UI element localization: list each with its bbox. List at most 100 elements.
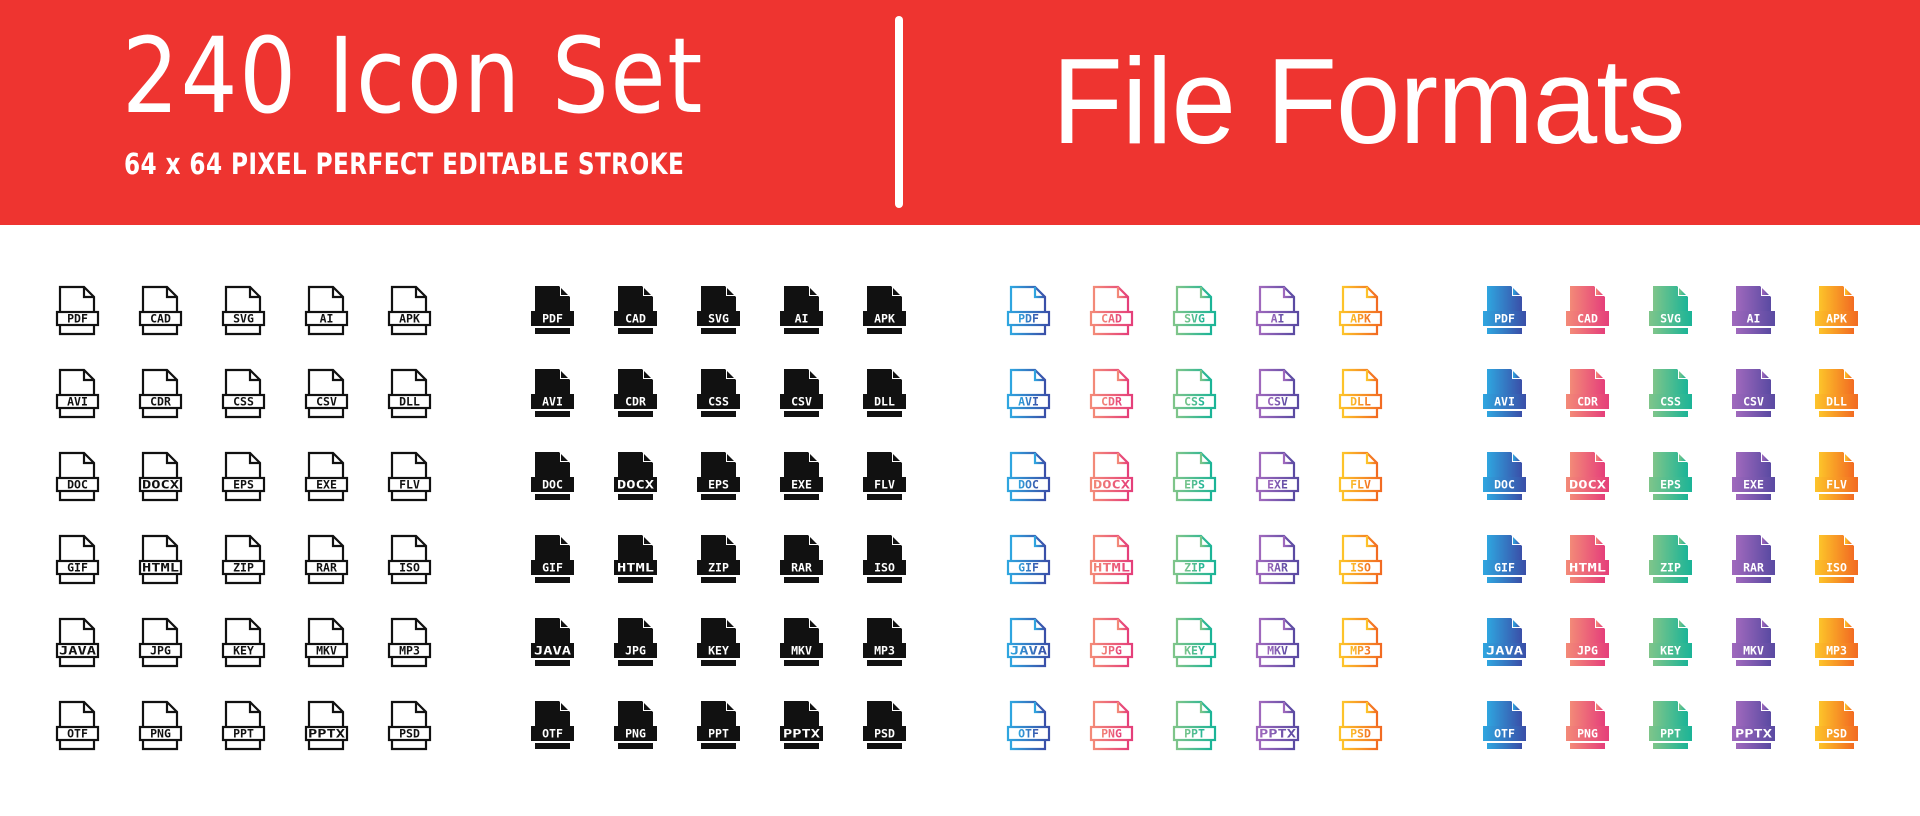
file-format-label: JAVA [1010,644,1047,658]
file-icon-dll: DLL [1338,368,1403,432]
page-bottom [307,326,345,336]
file-format-label: SVG [1184,312,1205,326]
page-body [1570,452,1605,477]
page-body [1487,369,1522,394]
page-body [1175,700,1213,726]
banner-heading: File Formats [1052,33,1686,169]
file-document-icon: OTF [1006,700,1051,751]
page-bottom [1092,575,1130,585]
file-icon-svg: SVG [1649,285,1713,349]
file-icon-pptx: PPTX [1255,700,1320,764]
page-bottom [535,577,570,583]
page-bottom [701,577,736,583]
file-document-icon: PDF [55,285,100,336]
page-body [58,451,96,477]
file-document-icon: EPS [1649,452,1692,500]
page-bottom [618,494,653,500]
file-document-icon: CDR [138,368,183,419]
file-format-label: MKV [316,644,337,658]
file-format-label: JAVA [59,644,96,658]
page-bottom [1736,411,1771,417]
file-format-label: DOCX [1093,478,1130,492]
file-document-icon: PSD [1815,701,1858,749]
file-format-label: PPT [1660,727,1681,741]
file-document-icon: SVG [697,286,740,334]
page-bottom [867,577,902,583]
file-icon-exe: EXE [1255,451,1320,515]
file-format-label: APK [874,312,895,326]
icon-set-glyph: PDF CAD SVG AI APK AVI CDR CSS CSV DLL DOC DOCX EPS E… [531,285,951,765]
file-document-icon: PPT [221,700,266,751]
file-format-label: DOCX [1569,478,1606,492]
file-format-label: CSS [708,395,729,409]
file-format-label: EPS [1184,478,1205,492]
file-icon-mkv: MKV [780,617,844,681]
file-icon-mkv: MKV [1732,617,1796,681]
file-icon-avi: AVI [55,368,120,432]
file-format-label: PPTX [308,727,345,741]
file-format-label: APK [1826,312,1847,326]
page-bottom [1009,658,1047,668]
file-document-icon: GIF [1483,535,1526,583]
page-body [1092,451,1130,477]
page-body [1819,701,1854,726]
file-document-icon: OTF [531,701,574,749]
file-icon-flv: FLV [1815,451,1879,515]
file-icon-ai: AI [1732,285,1796,349]
page-bottom [1570,494,1605,500]
file-icon-pdf: PDF [55,285,120,349]
page-bottom [701,328,736,334]
file-document-icon: EXE [304,451,349,502]
file-icon-key: KEY [221,617,286,681]
file-document-icon: FLV [863,452,906,500]
page-body [224,285,262,311]
page-body [224,451,262,477]
banner-title: 240 Icon Set [122,15,705,137]
file-format-label: DLL [399,395,420,409]
page-bottom [1175,575,1213,585]
page-bottom [1258,326,1296,336]
file-format-label: APK [399,312,420,326]
file-document-icon: HTML [138,534,183,585]
file-format-label: SVG [1660,312,1681,326]
file-format-label: OTF [67,727,88,741]
file-format-label: GIF [67,561,88,575]
file-format-label: DOC [1018,478,1039,492]
file-document-icon: FLV [1338,451,1383,502]
file-format-label: DOC [1494,478,1515,492]
page-body [1009,534,1047,560]
page-body [1736,369,1771,394]
banner-subtitle: 64 x 64 PIXEL PERFECT EDITABLE STROKE [124,147,685,181]
file-format-label: RAR [1267,561,1288,575]
page-bottom [1258,409,1296,419]
file-document-icon: JAVA [55,617,100,668]
page-body [1258,700,1296,726]
file-document-icon: MKV [1732,618,1775,666]
page-body [390,534,428,560]
file-document-icon: PDF [1006,285,1051,336]
file-format-label: PNG [1101,727,1122,741]
page-body [58,617,96,643]
page-body [784,535,819,560]
file-document-icon: PPTX [1732,701,1775,749]
page-bottom [618,660,653,666]
file-document-icon: CSV [780,369,823,417]
file-format-label: AVI [1494,395,1515,409]
page-bottom [535,743,570,749]
page-body [535,286,570,311]
page-body [1175,617,1213,643]
file-format-label: PDF [1494,312,1515,326]
file-icon-cdr: CDR [138,368,203,432]
file-format-label: ZIP [1184,561,1205,575]
file-icon-cad: CAD [1566,285,1630,349]
file-format-label: PNG [150,727,171,741]
file-format-label: PPT [708,727,729,741]
page-body [1570,369,1605,394]
file-icon-html: HTML [614,534,678,598]
page-body [1736,618,1771,643]
page-bottom [390,741,428,751]
page-bottom [307,492,345,502]
page-bottom [390,492,428,502]
file-document-icon: AI [304,285,349,336]
page-bottom [307,575,345,585]
